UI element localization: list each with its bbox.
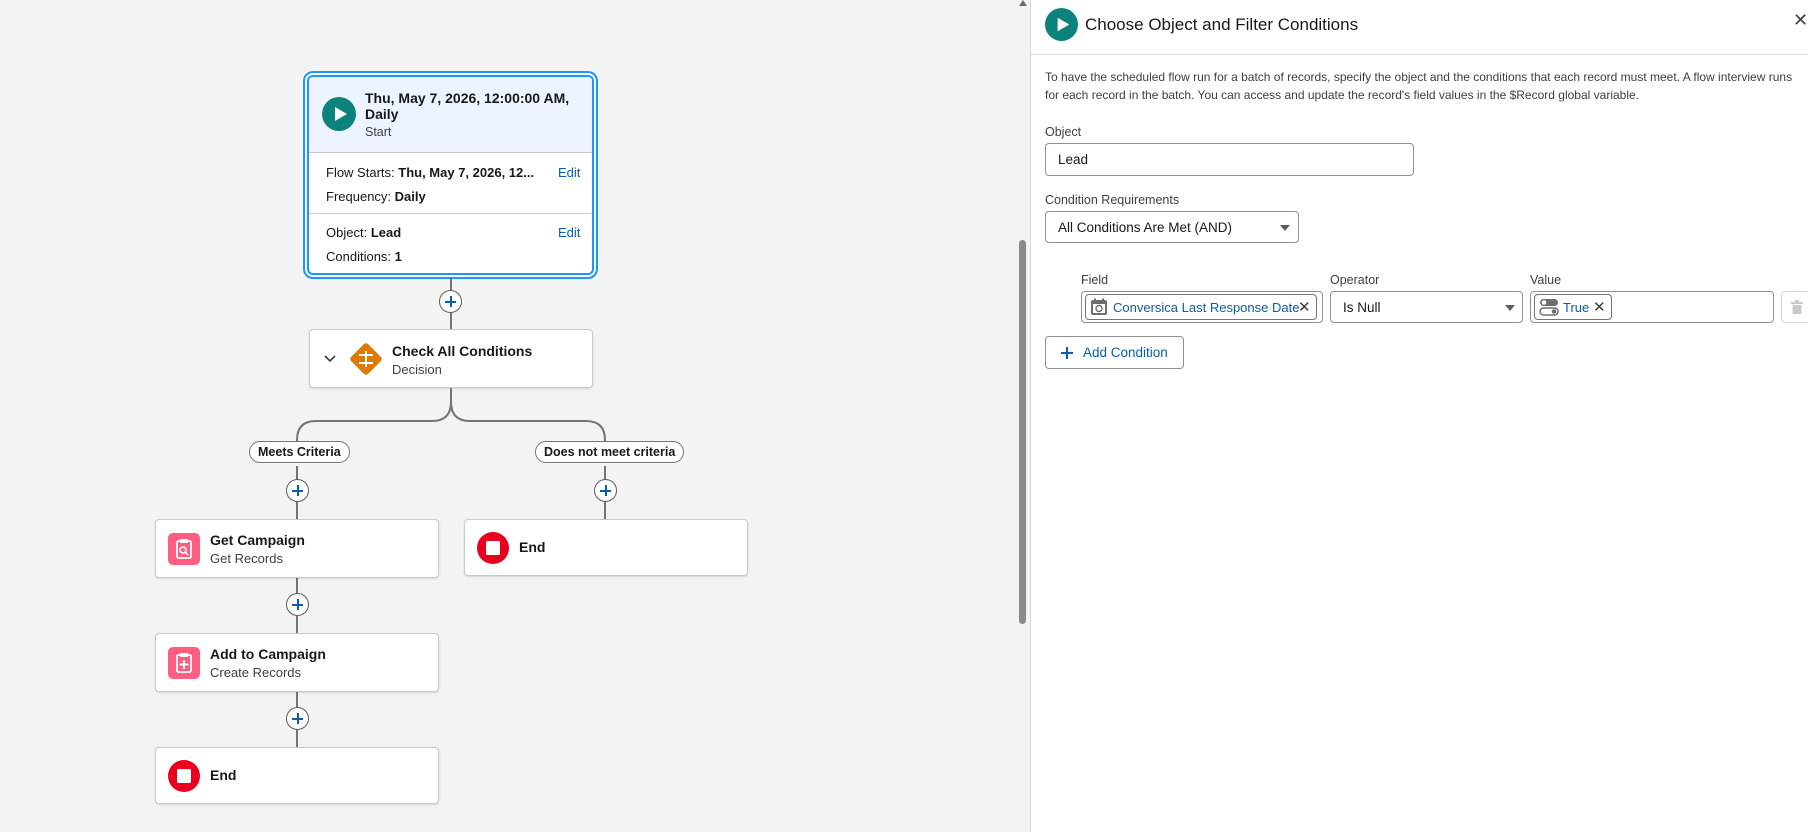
field-pill-text: Conversica Last Response Date [1113,300,1300,315]
toggle-icon [1539,299,1559,316]
delete-condition-button[interactable] [1781,291,1808,323]
end-node[interactable]: End [464,519,748,576]
add-element-button[interactable] [594,479,617,502]
add-condition-button[interactable]: Add Condition [1045,336,1184,369]
end-left-title: End [210,767,237,783]
operator-select[interactable]: Is Null [1330,291,1523,323]
object-input-value: Lead [1058,152,1089,167]
get-records-icon [168,533,200,565]
condition-requirements-label: Condition Requirements [1045,193,1180,207]
condition-requirements-value: All Conditions Are Met (AND) [1058,220,1233,235]
close-icon[interactable]: ✕ [1793,10,1808,31]
field-column-header: Field [1081,273,1109,287]
operator-value: Is Null [1343,300,1381,315]
stop-icon [477,532,509,564]
value-pill-text: True [1563,300,1590,315]
plus-icon [1061,347,1073,359]
get-records-node[interactable]: Get Campaign Get Records [155,519,439,578]
remove-field-icon[interactable]: ✕ [1298,298,1311,316]
chevron-down-icon [1280,225,1290,231]
add-condition-label: Add Condition [1083,345,1168,360]
value-pill[interactable]: True ✕ [1534,294,1612,320]
condition-requirements-select[interactable]: All Conditions Are Met (AND) [1045,211,1299,243]
add-campaign-title: Add to Campaign [210,646,326,662]
get-campaign-title: Get Campaign [210,532,305,548]
end-right-title: End [519,539,546,555]
operator-column-header: Operator [1330,273,1380,287]
panel-title: Choose Object and Filter Conditions [1085,15,1359,34]
value-input[interactable]: True ✕ [1530,291,1774,323]
panel-header: Choose Object and Filter Conditions ✕ [1031,0,1808,55]
add-element-button[interactable] [286,707,309,730]
panel-description: To have the scheduled flow run for a bat… [1045,70,1793,102]
calendar-icon [1091,298,1107,315]
get-campaign-subtitle: Get Records [210,551,283,566]
object-field-label: Object [1045,125,1082,139]
branch-label-does-not-meet[interactable]: Does not meet criteria [535,441,685,463]
stop-icon [168,760,200,792]
play-icon [1045,8,1078,41]
value-column-header: Value [1530,273,1562,287]
flow-canvas[interactable]: Thu, May 7, 2026, 12:00:00 AM, Daily Sta… [0,0,1017,832]
object-input[interactable]: Lead [1045,143,1414,176]
add-element-button[interactable] [286,593,309,616]
add-element-button[interactable] [286,479,309,502]
branch-connectors [296,388,606,748]
add-campaign-subtitle: Create Records [210,665,302,680]
chevron-down-icon [1505,305,1515,311]
field-pill[interactable]: Conversica Last Response Date ✕ [1085,294,1317,320]
remove-value-icon[interactable]: ✕ [1593,298,1606,316]
end-node[interactable]: End [155,747,439,804]
create-records-node[interactable]: Add to Campaign Create Records [155,633,439,692]
field-input[interactable]: Conversica Last Response Date ✕ [1081,291,1323,323]
canvas-scrollbar[interactable] [1017,0,1028,832]
scroll-up-arrow[interactable] [1019,0,1027,6]
trash-icon [1791,300,1803,314]
branch-label-meets-criteria[interactable]: Meets Criteria [249,441,350,463]
scrollbar-thumb[interactable] [1019,240,1026,624]
properties-panel: Choose Object and Filter Conditions ✕ To… [1030,0,1808,832]
create-records-icon [168,647,200,679]
